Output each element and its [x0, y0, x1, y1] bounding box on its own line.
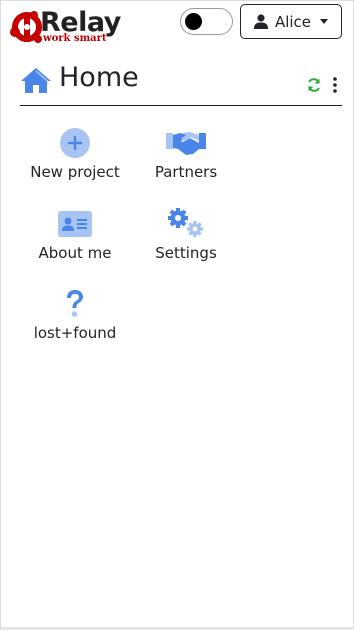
theme-toggle[interactable] — [180, 8, 233, 35]
header-divider — [20, 105, 342, 106]
more-options-icon[interactable] — [330, 76, 340, 94]
toggle-knob — [185, 13, 202, 30]
page-title: Home — [59, 62, 139, 93]
tile-new-project[interactable]: New project — [20, 127, 130, 197]
plus-circle-icon — [60, 128, 90, 158]
chevron-down-icon — [320, 19, 329, 24]
tile-label: Partners — [154, 163, 218, 181]
user-menu-button[interactable]: Alice — [240, 4, 342, 39]
tile-lost-found[interactable]: lost+found — [20, 288, 130, 358]
refresh-icon[interactable] — [306, 77, 322, 93]
tile-label: Settings — [155, 244, 217, 262]
relay-logo-icon — [10, 11, 42, 43]
tile-label: lost+found — [33, 324, 117, 342]
brand-tagline: work smart — [43, 33, 107, 44]
user-name: Alice — [274, 12, 312, 31]
question-icon — [67, 290, 83, 317]
user-icon — [253, 14, 268, 29]
brand-logo[interactable]: Relay work smart — [10, 6, 132, 48]
id-card-icon — [58, 211, 92, 237]
home-icon[interactable] — [20, 66, 52, 94]
tile-settings[interactable]: Settings — [131, 208, 241, 278]
tile-about-me[interactable]: About me — [20, 208, 130, 278]
gears-icon — [168, 208, 203, 237]
tile-partners[interactable]: Partners — [131, 127, 241, 197]
handshake-icon — [166, 132, 206, 155]
